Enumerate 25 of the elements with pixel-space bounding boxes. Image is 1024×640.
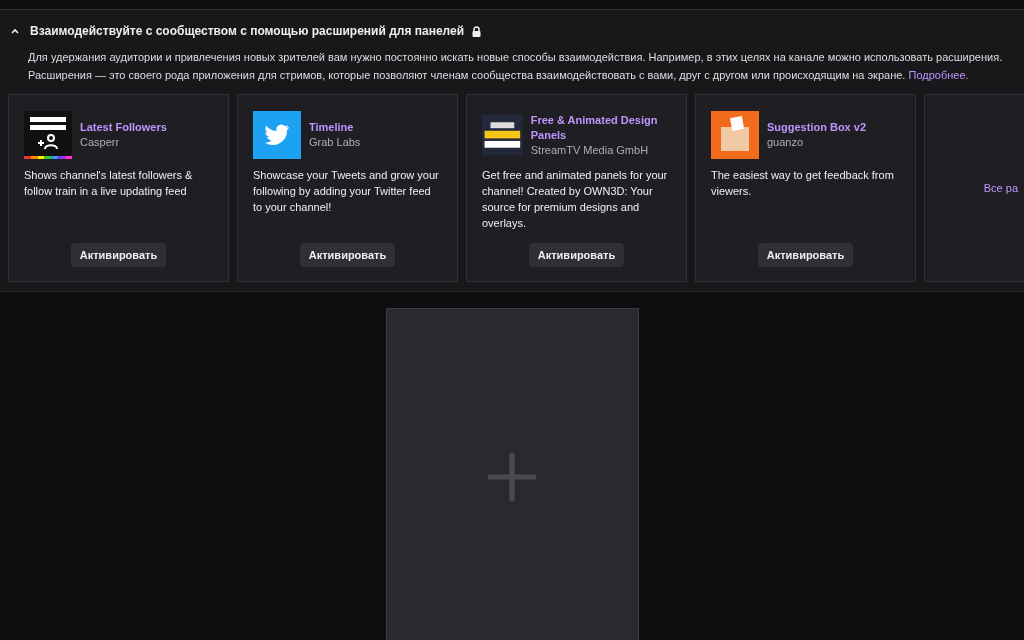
- activate-button[interactable]: Активировать: [299, 243, 396, 267]
- activate-button[interactable]: Активировать: [70, 243, 167, 267]
- section-title: Взаимодействуйте с сообществом с помощью расширений для панелей: [30, 24, 465, 38]
- chevron-icon: [10, 26, 20, 36]
- extension-author: Grab Labs: [309, 135, 361, 150]
- extension-name[interactable]: Latest Followers: [80, 120, 167, 135]
- bird-logo: [253, 111, 301, 159]
- see-all-link[interactable]: Все ра: [983, 182, 1018, 194]
- extension-description: Showcase your Tweets and grow your following by adding your Twitter feed to your channel!: [253, 168, 440, 215]
- learn-more-link[interactable]: Подробнее.: [908, 69, 969, 81]
- extension-name[interactable]: Timeline: [309, 120, 361, 135]
- extension-author: StreamTV Media GmbH: [530, 142, 650, 158]
- box-logo: [711, 111, 759, 159]
- extension-name[interactable]: Suggestion Box v2: [767, 120, 867, 135]
- section-description: Для удержания аудитории и привлечения новых зрителей вам нужно постоянно искать новые способы взаимодействия. Например, в этих целях на канале можно использовать расширения. Расширения — это своего рода приложения для стримов, которые позволяют членам сообщества взаимодействовать с вами, друг с другом или происходящим на экране. Подробнее.: [28, 50, 1004, 83]
- extension-description: Shows channel's latest followers & follow train in a live updating feed: [24, 168, 194, 199]
- extension-description: Get free and animated panels for your channel! Created by OWN3D: Your source for premium designs and overlays.: [482, 168, 669, 231]
- activate-button[interactable]: Активировать: [528, 243, 625, 267]
- activate-button[interactable]: Активировать: [757, 243, 854, 267]
- extension-logo: [24, 111, 72, 159]
- extension-name[interactable]: Free & Animated Design Panels: [530, 112, 671, 143]
- extension-author: Casperr: [80, 135, 121, 150]
- extension-author: guanzo: [767, 135, 805, 150]
- plus-icon: [488, 452, 536, 501]
- extension-description: The easiest way to get feedback from viewers.: [711, 168, 895, 199]
